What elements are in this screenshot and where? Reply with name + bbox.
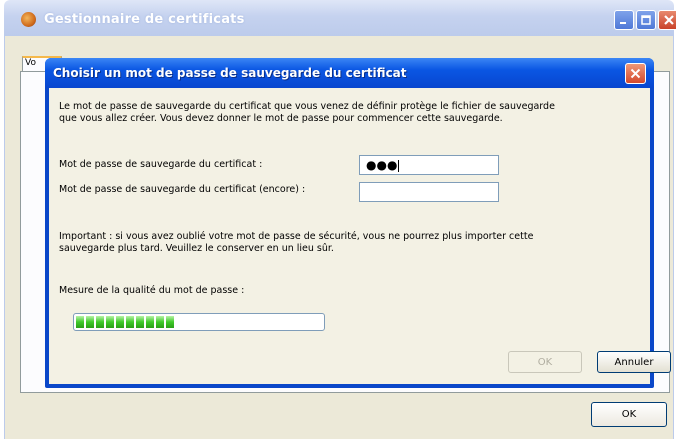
intro-text: Le mot de passe de sauvegarde du certifi… [59, 101, 639, 125]
outer-close-button[interactable] [658, 10, 676, 30]
outer-window-title: Gestionnaire de certificats [44, 12, 245, 27]
meter-segment [116, 316, 124, 328]
password-quality-meter [73, 313, 325, 331]
text-caret [398, 159, 400, 172]
close-icon [664, 15, 674, 25]
outer-ok-button[interactable]: OK [591, 402, 667, 427]
dialog-titlebar[interactable]: Choisir un mot de passe de sauvegarde du… [45, 58, 654, 88]
password-quality-label: Mesure de la qualité du mot de passe : [59, 285, 245, 296]
close-icon [630, 68, 641, 79]
confirm-password-field[interactable] [359, 182, 499, 202]
maximize-icon [641, 15, 651, 25]
meter-segment [146, 316, 154, 328]
intro-line-1: Le mot de passe de sauvegarde du certifi… [59, 101, 555, 112]
cancel-button[interactable]: Annuler [597, 351, 671, 373]
minimize-button[interactable] [614, 10, 634, 30]
intro-line-2: que vous allez créer. Vous devez donner … [59, 113, 503, 124]
meter-segment [86, 316, 94, 328]
dialog-body: Le mot de passe de sauvegarde du certifi… [49, 88, 671, 384]
meter-segment [156, 316, 164, 328]
dialog-title: Choisir un mot de passe de sauvegarde du… [53, 66, 407, 80]
meter-segment [166, 316, 174, 328]
backup-password-dialog: Choisir un mot de passe de sauvegarde du… [45, 58, 671, 388]
important-line-2: sauvegarde plus tard. Veuillez le conser… [59, 243, 334, 254]
password-field[interactable]: ●●● [359, 155, 499, 175]
meter-segment [126, 316, 134, 328]
confirm-password-label: Mot de passe de sauvegarde du certificat… [59, 184, 306, 195]
meter-segment [106, 316, 114, 328]
password-value: ●●● [366, 158, 398, 172]
firefox-icon [21, 12, 36, 27]
minimize-icon [620, 22, 626, 24]
password-label: Mot de passe de sauvegarde du certificat… [59, 159, 263, 170]
password-quality-fill [76, 316, 322, 328]
outer-window-titlebar[interactable]: Gestionnaire de certificats [4, 0, 676, 36]
maximize-button[interactable] [636, 10, 656, 30]
dialog-close-button[interactable] [625, 63, 646, 84]
meter-segment [136, 316, 144, 328]
meter-segment [96, 316, 104, 328]
important-line-1: Important : si vous avez oublié votre mo… [59, 231, 534, 242]
important-notice: Important : si vous avez oublié votre mo… [59, 231, 639, 255]
meter-segment [76, 316, 84, 328]
ok-button[interactable]: OK [508, 351, 582, 373]
